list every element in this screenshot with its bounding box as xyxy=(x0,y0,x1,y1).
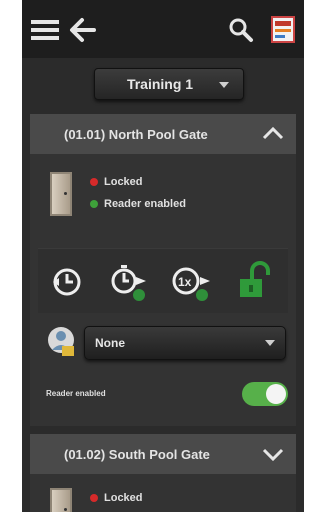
key-person-icon xyxy=(46,324,78,365)
door-mode-select[interactable]: None xyxy=(84,326,286,360)
door-header[interactable]: (01.01) North Pool Gate xyxy=(30,114,296,154)
unlock-once-icon[interactable] xyxy=(108,261,152,308)
door-icon xyxy=(50,488,72,512)
toggle-knob xyxy=(266,384,286,404)
top-bar xyxy=(22,0,304,58)
chevron-down-icon xyxy=(265,340,275,346)
chevron-up-icon[interactable] xyxy=(262,126,284,145)
locked-status-icon xyxy=(90,494,98,502)
reader-toggle-label: Reader enabled xyxy=(46,389,106,398)
door-actions-bar: 1x xyxy=(38,248,288,313)
reader-status-text: Reader enabled xyxy=(104,198,186,210)
reader-enabled-toggle[interactable] xyxy=(242,382,288,406)
chevron-down-icon xyxy=(219,82,229,88)
app-icon[interactable] xyxy=(270,14,296,44)
search-icon[interactable] xyxy=(228,17,254,43)
back-arrow-icon[interactable] xyxy=(68,16,98,44)
lock-status-text: Locked xyxy=(104,176,143,188)
door-mode-value: None xyxy=(95,336,125,350)
unlock-count-icon[interactable]: 1x xyxy=(168,261,216,308)
lock-status: Locked xyxy=(90,176,143,188)
reader-enabled-status-icon xyxy=(90,200,98,208)
locked-status-icon xyxy=(90,178,98,186)
reader-status: Reader enabled xyxy=(90,198,186,210)
lock-status: Locked xyxy=(90,492,143,504)
svg-text:1x: 1x xyxy=(178,275,192,289)
menu-icon[interactable] xyxy=(30,18,60,42)
site-selector-value: Training 1 xyxy=(126,76,194,92)
unlock-timed-icon[interactable] xyxy=(50,265,84,304)
lock-status-text: Locked xyxy=(104,492,143,504)
door-icon xyxy=(50,172,72,216)
door-title: (01.01) North Pool Gate xyxy=(64,126,208,142)
door-header[interactable]: (01.02) South Pool Gate xyxy=(30,434,296,474)
door-title: (01.02) South Pool Gate xyxy=(64,446,210,462)
unlocked-padlock-icon[interactable] xyxy=(234,261,276,308)
site-selector-dropdown[interactable]: Training 1 xyxy=(94,68,244,100)
app-screen: Training 1 (01.01) North Pool Gate Locke… xyxy=(22,0,304,512)
chevron-down-icon[interactable] xyxy=(262,447,284,466)
